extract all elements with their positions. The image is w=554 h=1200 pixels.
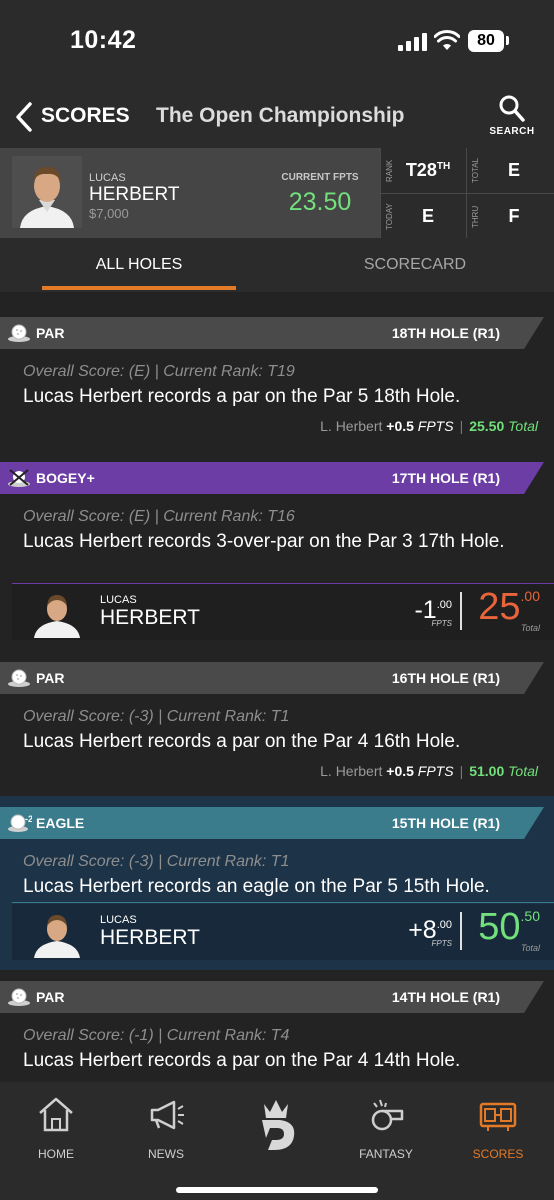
tab-all-holes[interactable]: ALL HOLES bbox=[42, 238, 236, 292]
event-subtitle: Overall Score: (-1) | Current Rank: T4 bbox=[23, 1027, 290, 1044]
status-time: 10:42 bbox=[70, 26, 137, 54]
player-impact-row[interactable]: LUCAS HERBERT -1.00 FPTS 25.00 Total bbox=[12, 584, 554, 640]
event-subtitle: Overall Score: (E) | Current Rank: T16 bbox=[23, 508, 295, 525]
player-main-panel[interactable]: LUCAS HERBERT $7,000 CURRENT FPTS 23.50 bbox=[0, 148, 380, 238]
status-bar: 10:42 80 bbox=[0, 0, 554, 88]
impact-first-name: LUCAS bbox=[100, 914, 137, 926]
view-tabs: ALL HOLES SCORECARD bbox=[0, 238, 554, 292]
feed-item[interactable]: PAR 18TH HOLE (R1) Overall Score: (E) | … bbox=[0, 317, 554, 457]
impact-last-name: HERBERT bbox=[100, 606, 200, 629]
battery-tip bbox=[506, 36, 509, 45]
tabbar-fantasy[interactable]: FANTASY bbox=[336, 1094, 436, 1164]
event-subtitle: Overall Score: (E) | Current Rank: T19 bbox=[23, 363, 295, 380]
golf-ball-icon bbox=[8, 988, 30, 1006]
event-hole: 16TH HOLE (R1) bbox=[391, 670, 500, 686]
event-hole: 18TH HOLE (R1) bbox=[391, 325, 500, 341]
event-description: Lucas Herbert records a par on the Par 5… bbox=[23, 386, 461, 407]
event-header: PAR 14TH HOLE (R1) bbox=[0, 981, 554, 1013]
back-chevron-icon[interactable] bbox=[12, 100, 36, 134]
golf-ball-cross-icon bbox=[8, 469, 30, 487]
home-icon bbox=[39, 1097, 73, 1132]
current-fpts-value: 23.50 bbox=[288, 188, 352, 216]
player-photo bbox=[30, 590, 84, 638]
megaphone-icon bbox=[150, 1100, 184, 1130]
stat-total: TOTAL E bbox=[471, 157, 520, 184]
page-title: The Open Championship bbox=[156, 104, 405, 127]
tabbar-label: HOME bbox=[38, 1147, 74, 1161]
event-subtitle: Overall Score: (-3) | Current Rank: T1 bbox=[23, 853, 290, 870]
event-fpts-line: L. Herbert +0.5 FPTS | 25.50 Total bbox=[320, 418, 538, 434]
tab-scorecard[interactable]: SCORECARD bbox=[318, 238, 512, 292]
bottom-tab-bar: HOME NEWS FANTASY SCORES bbox=[0, 1082, 554, 1200]
active-tab-indicator bbox=[42, 286, 236, 290]
golf-ball-eagle-icon: -2 bbox=[8, 814, 32, 832]
tabbar-home[interactable]: HOME bbox=[6, 1094, 106, 1164]
tabbar-label: NEWS bbox=[148, 1147, 184, 1161]
search-label: SEARCH bbox=[489, 126, 535, 137]
event-header: PAR 18TH HOLE (R1) bbox=[0, 317, 554, 349]
player-photo bbox=[12, 156, 82, 228]
event-description: Lucas Herbert records a par on the Par 4… bbox=[23, 731, 461, 752]
back-button[interactable]: SCORES bbox=[41, 104, 130, 128]
event-hole: 14TH HOLE (R1) bbox=[391, 989, 500, 1005]
app-header: SCORES The Open Championship SEARCH bbox=[0, 88, 554, 148]
event-description: Lucas Herbert records a par on the Par 4… bbox=[23, 1050, 461, 1071]
player-first-name: LUCAS bbox=[89, 172, 126, 184]
feed-item[interactable]: -2 EAGLE 15TH HOLE (R1) Overall Score: (… bbox=[0, 796, 554, 970]
player-impact-row[interactable]: LUCAS HERBERT +8.00 FPTS 50.50 Total bbox=[12, 904, 554, 960]
golf-ball-icon bbox=[8, 324, 30, 342]
event-type: EAGLE bbox=[36, 815, 85, 831]
tabbar-draftkings[interactable] bbox=[226, 1094, 326, 1164]
tabbar-label: FANTASY bbox=[359, 1147, 413, 1161]
fpts-total: 25.00 Total bbox=[478, 586, 540, 633]
event-description: Lucas Herbert records 3-over-par on the … bbox=[23, 531, 505, 552]
tabbar-news[interactable]: NEWS bbox=[116, 1094, 216, 1164]
current-fpts-label: CURRENT FPTS bbox=[281, 172, 359, 183]
event-hole: 15TH HOLE (R1) bbox=[391, 815, 500, 831]
player-photo bbox=[30, 910, 84, 958]
event-type: PAR bbox=[36, 670, 65, 686]
feed-item[interactable]: PAR 14TH HOLE (R1) Overall Score: (-1) |… bbox=[0, 981, 554, 1082]
tabbar-scores[interactable]: SCORES bbox=[448, 1094, 548, 1164]
scoreboard-icon bbox=[479, 1102, 517, 1131]
player-summary-card: LUCAS HERBERT $7,000 CURRENT FPTS 23.50 … bbox=[0, 148, 554, 238]
feed-item[interactable]: BOGEY+ 17TH HOLE (R1) Overall Score: (E)… bbox=[0, 462, 554, 647]
stat-rank: RANK T28TH bbox=[385, 159, 451, 182]
battery-icon: 80 bbox=[468, 30, 504, 52]
stat-thru: THRU F bbox=[471, 205, 520, 228]
event-description: Lucas Herbert records an eagle on the Pa… bbox=[23, 876, 490, 897]
event-header: BOGEY+ 17TH HOLE (R1) bbox=[0, 462, 554, 494]
fpts-delta: +8.00 FPTS bbox=[408, 916, 452, 948]
whistle-icon bbox=[371, 1099, 404, 1131]
draftkings-logo-icon bbox=[262, 1100, 295, 1150]
event-fpts-line: L. Herbert +0.5 FPTS | 51.00 Total bbox=[320, 763, 538, 779]
search-icon bbox=[499, 95, 525, 122]
event-type: PAR bbox=[36, 989, 65, 1005]
search-button[interactable]: SEARCH bbox=[486, 94, 538, 144]
feed-item[interactable]: PAR 16TH HOLE (R1) Overall Score: (-3) |… bbox=[0, 662, 554, 802]
event-subtitle: Overall Score: (-3) | Current Rank: T1 bbox=[23, 708, 290, 725]
event-hole: 17TH HOLE (R1) bbox=[391, 470, 500, 486]
fpts-delta: -1.00 FPTS bbox=[414, 596, 452, 628]
player-last-name: HERBERT bbox=[89, 184, 180, 205]
event-header: -2 EAGLE 15TH HOLE (R1) bbox=[0, 807, 554, 839]
cellular-signal-icon bbox=[398, 33, 428, 51]
svg-text:-2: -2 bbox=[25, 814, 32, 824]
stat-today: TODAY E bbox=[385, 203, 434, 230]
fpts-total: 50.50 Total bbox=[478, 906, 540, 953]
wifi-icon bbox=[434, 30, 460, 50]
event-type: PAR bbox=[36, 325, 65, 341]
golf-ball-icon bbox=[8, 669, 30, 687]
event-type: BOGEY+ bbox=[36, 470, 95, 486]
hole-feed[interactable]: PAR 18TH HOLE (R1) Overall Score: (E) | … bbox=[0, 292, 554, 1082]
impact-last-name: HERBERT bbox=[100, 926, 200, 949]
impact-first-name: LUCAS bbox=[100, 594, 137, 606]
player-salary: $7,000 bbox=[89, 206, 129, 221]
event-header: PAR 16TH HOLE (R1) bbox=[0, 662, 554, 694]
home-indicator bbox=[176, 1187, 378, 1193]
tabbar-label: SCORES bbox=[472, 1147, 524, 1161]
